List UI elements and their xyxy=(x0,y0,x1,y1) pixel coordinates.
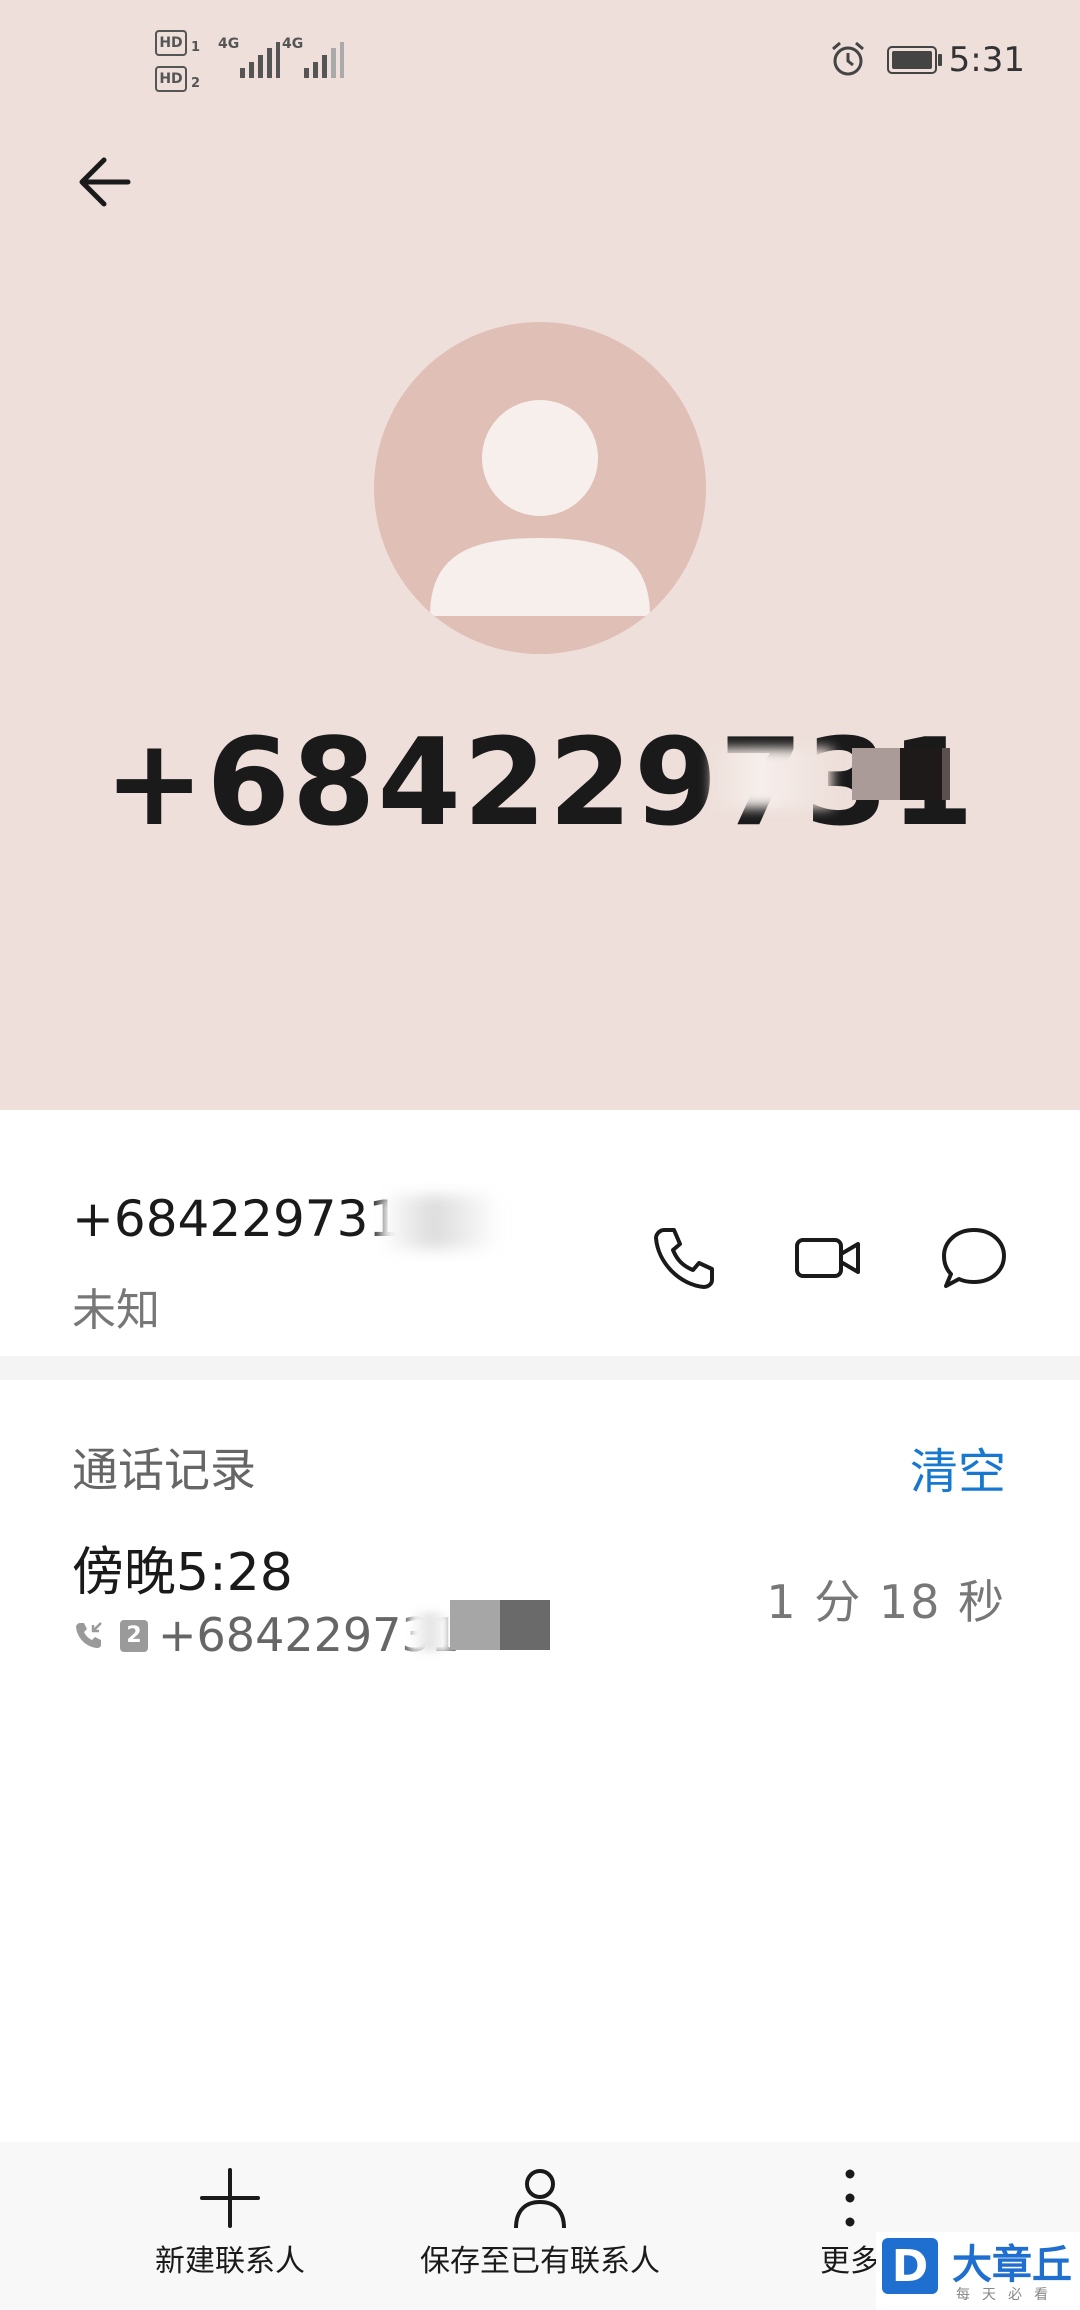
sim1-label: 1 xyxy=(191,40,201,55)
contact-location-label: 未知 xyxy=(72,1285,160,1336)
video-call-button[interactable] xyxy=(794,1224,862,1292)
call-button[interactable] xyxy=(650,1224,718,1292)
new-contact-button[interactable]: 新建联系人 xyxy=(150,2166,310,2280)
call-record-time: 傍晚5:28 xyxy=(72,1543,293,1603)
hd-indicators: HD 1 HD 2 xyxy=(155,28,215,98)
clock: 5:31 xyxy=(948,40,1025,80)
redacted-pixel xyxy=(900,748,946,800)
section-divider xyxy=(0,1356,1080,1380)
battery-icon xyxy=(887,46,942,74)
redacted-blur xyxy=(712,748,832,808)
hd-badge-1: HD xyxy=(155,30,187,56)
back-arrow-icon[interactable] xyxy=(76,152,136,212)
status-right: 5:31 xyxy=(725,38,1025,88)
more-vertical-icon xyxy=(845,2169,855,2227)
redacted-blur xyxy=(380,1195,500,1249)
network-type-1: 4G xyxy=(218,36,240,52)
alarm-icon xyxy=(832,41,864,76)
redacted-pixel xyxy=(450,1600,500,1650)
contact-number[interactable]: +684229731 xyxy=(72,1190,400,1248)
incoming-call-icon xyxy=(76,1622,102,1648)
signal-bars-icon xyxy=(240,42,280,78)
status-bar: HD 1 HD 2 4G 4G 5:31 xyxy=(0,0,1080,120)
signal-bars-icon xyxy=(304,42,344,78)
message-button[interactable] xyxy=(940,1224,1008,1292)
save-to-existing-contact-button[interactable]: 保存至已有联系人 xyxy=(400,2166,680,2280)
watermark-logo: D xyxy=(882,2238,938,2294)
save-to-existing-label: 保存至已有联系人 xyxy=(420,2244,660,2279)
redacted-pixel xyxy=(942,748,950,800)
avatar xyxy=(374,322,706,654)
redacted-pixel xyxy=(852,748,900,800)
redacted-pixel xyxy=(500,1600,550,1650)
new-contact-label: 新建联系人 xyxy=(155,2244,305,2279)
watermark-title: 大章丘 xyxy=(952,2242,1072,2288)
watermark: D 大章丘 每天必看 xyxy=(876,2232,1080,2310)
clear-call-log-button[interactable]: 清空 xyxy=(910,1432,1006,1502)
contact-number-text: +684229731 xyxy=(103,714,976,853)
call-log-title: 通话记录 xyxy=(72,1443,256,1497)
sim2-label: 2 xyxy=(191,76,201,91)
plus-icon xyxy=(200,2168,260,2228)
hd-badge-2: HD xyxy=(155,66,187,92)
person-icon xyxy=(514,2169,566,2229)
watermark-subtitle: 每天必看 xyxy=(956,2287,1060,2303)
network-type-2: 4G xyxy=(282,36,304,52)
sim-card-icon: 2 xyxy=(120,1620,148,1652)
redacted-blur xyxy=(410,1612,450,1652)
call-record-duration: 1 分 18 秒 xyxy=(766,1575,1006,1629)
